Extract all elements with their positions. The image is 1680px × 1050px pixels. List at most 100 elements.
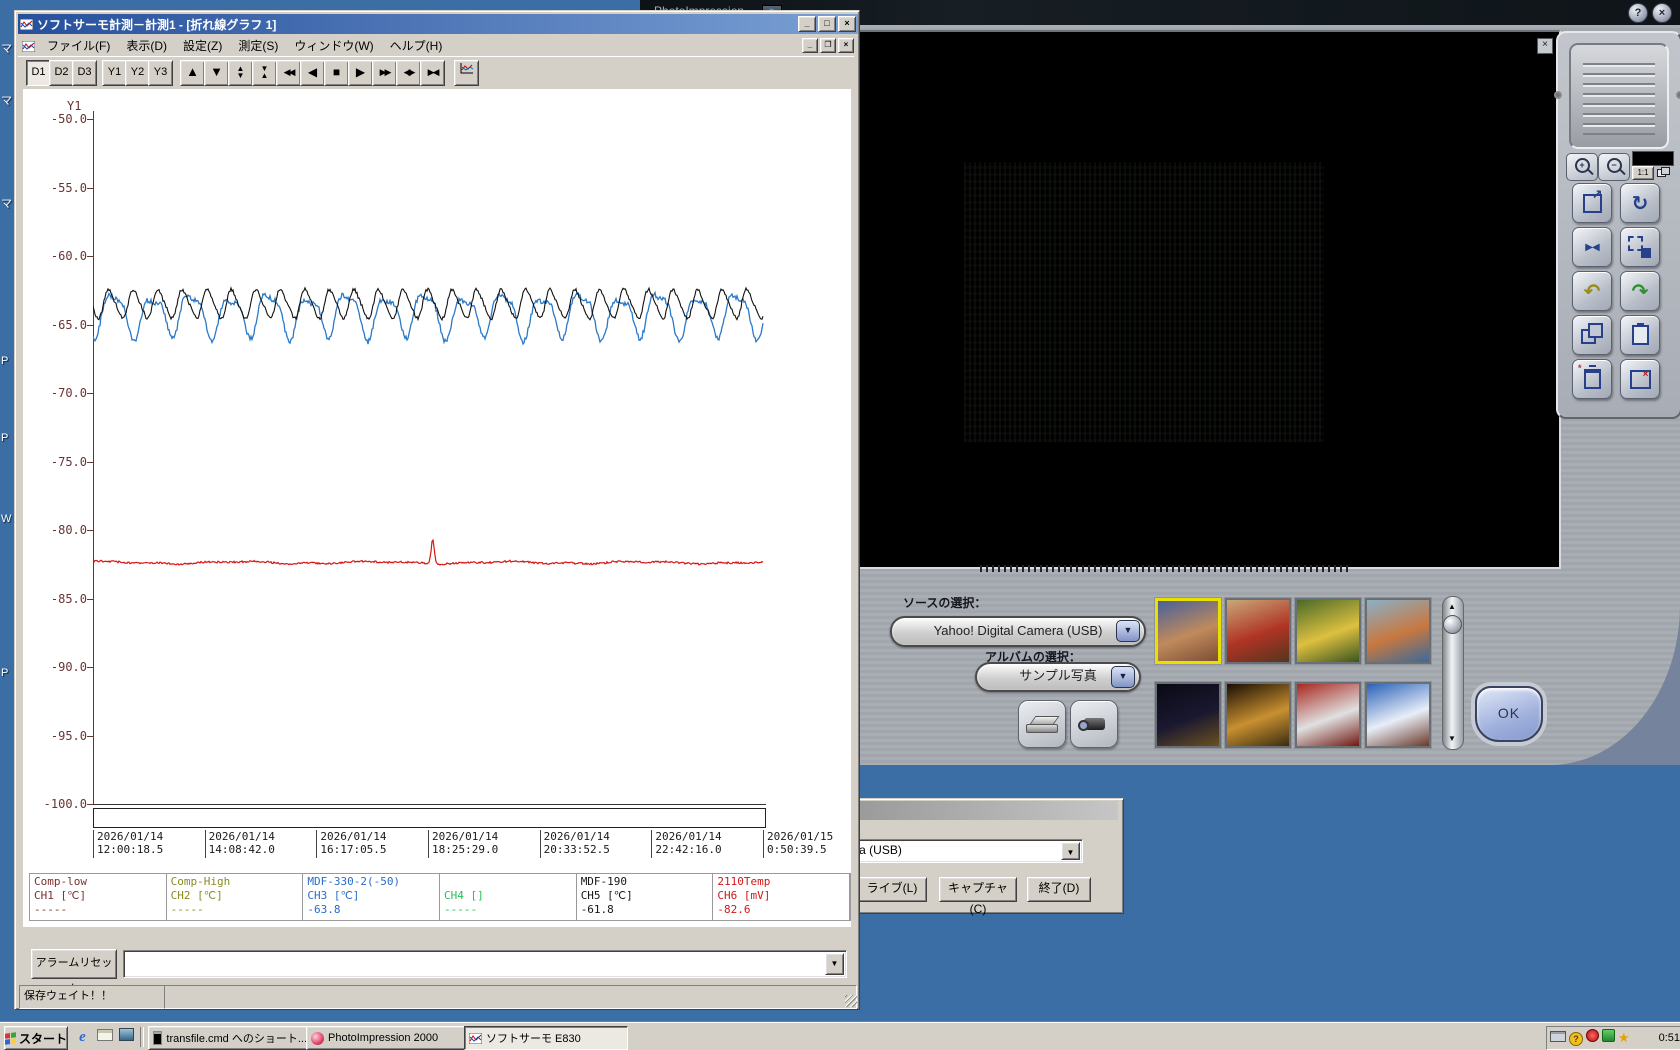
album-select-dropdown[interactable]: サンプル写真 ▼: [975, 662, 1141, 692]
toolbar-rew-icon[interactable]: ◀◀: [276, 60, 301, 86]
taskbar-task-3[interactable]: ソフトサーモ E830: [464, 1026, 628, 1050]
thermo-icon: [468, 1032, 483, 1045]
zoom-1to1-button[interactable]: 1:1: [1632, 166, 1654, 180]
favorites-tray-icon[interactable]: ★: [1618, 1029, 1630, 1047]
menu-測定(S)[interactable]: 測定(S): [230, 36, 286, 55]
thermo-titlebar[interactable]: ソフトサーモ計測－計測1 - [折れ線グラフ 1] _ □ ×: [18, 14, 858, 34]
alarm-combo[interactable]: ▼: [123, 950, 847, 978]
resize-button[interactable]: [1572, 183, 1612, 223]
toolbar-D2-button[interactable]: D2: [49, 60, 74, 86]
toolbar-out-icon[interactable]: ◀▶: [396, 60, 421, 86]
alarm-reset-button[interactable]: アラームリセット: [31, 949, 117, 995]
frame-button[interactable]: ×: [1620, 359, 1660, 399]
delete-button[interactable]: *: [1572, 359, 1612, 399]
desktop-quicklaunch-icon[interactable]: [118, 1028, 135, 1045]
toolbar-D3-button[interactable]: D3: [72, 60, 97, 86]
toolbar-graph-icon[interactable]: [454, 60, 479, 86]
rotate-button[interactable]: ↻: [1620, 183, 1660, 223]
cascade-windows-icon[interactable]: [1655, 166, 1673, 178]
mail-quicklaunch-icon[interactable]: [96, 1028, 113, 1045]
preview-slider-ticks[interactable]: [980, 565, 1352, 572]
toolbar-down-icon[interactable]: ▼: [204, 60, 229, 86]
source-select-dropdown[interactable]: Yahoo! Digital Camera (USB) ▼: [890, 616, 1146, 647]
ok-button[interactable]: OK: [1475, 686, 1543, 742]
menu-ウィンドウ(W)[interactable]: ウィンドウ(W): [286, 36, 381, 55]
close-button[interactable]: ×: [838, 16, 856, 32]
toolbar-ffwd-icon[interactable]: ▶▶: [372, 60, 397, 86]
mdi-close-button[interactable]: ×: [838, 38, 854, 53]
dialog-button-キャプチャ(C)[interactable]: キャプチャ(C): [939, 877, 1017, 916]
toolbar-right-icon[interactable]: ▶: [348, 60, 373, 86]
flip-button[interactable]: ▶◀: [1572, 227, 1612, 267]
network-tray-icon[interactable]: [1602, 1029, 1615, 1047]
toolbar-left-icon[interactable]: ◀: [300, 60, 325, 86]
legend-cell-CH4: CH4 [] -----: [440, 874, 577, 920]
tray-icons: ? ★: [1550, 1029, 1630, 1047]
toolbar-in-icon[interactable]: ▶◀: [420, 60, 445, 86]
mdi-restore-button[interactable]: ❐: [820, 38, 836, 53]
thumbnail-yellow-flowers[interactable]: [1295, 598, 1361, 664]
dialog-button-終了(D)[interactable]: 終了(D): [1027, 877, 1091, 902]
thumbnail-scrollbar[interactable]: ▲ ▼: [1442, 596, 1464, 750]
close-button[interactable]: ×: [1652, 3, 1672, 23]
minimize-button[interactable]: _: [798, 16, 816, 32]
scroll-up-icon[interactable]: ▲: [1444, 599, 1460, 614]
resize-grip[interactable]: [845, 995, 857, 1007]
y-tick-label: -60.0: [50, 249, 87, 263]
desktop-icon-label-fragment: マ: [1, 43, 12, 55]
desktop-icon-label-fragment: P: [1, 667, 9, 679]
chevron-down-icon[interactable]: ▼: [1061, 842, 1080, 860]
crop-rotate-button[interactable]: [1620, 227, 1660, 267]
scroll-down-icon[interactable]: ▼: [1444, 731, 1460, 746]
alert-tray-icon[interactable]: ?: [1569, 1029, 1583, 1047]
start-button[interactable]: スタート: [4, 1026, 68, 1050]
thumbnail-lighthouse[interactable]: [1295, 682, 1361, 748]
dialog-button-ライブ(L)[interactable]: ライブ(L): [857, 877, 927, 902]
thumbnail-rock-spires[interactable]: [1155, 598, 1221, 664]
line-graph-document: Y1 -50.0 -55.0 -60.0 -65.0 -70.0 -75.0 -80.0 -8…: [23, 89, 851, 927]
scanner-button[interactable]: [1018, 700, 1066, 748]
taskbar-task-2[interactable]: PhotoImpression 2000: [306, 1026, 470, 1050]
toolbar-D1-button[interactable]: D1: [26, 60, 51, 86]
chevron-down-icon[interactable]: ▼: [825, 953, 844, 975]
thumbnail-gold-weave[interactable]: [1225, 682, 1291, 748]
menu-表示(D)[interactable]: 表示(D): [118, 36, 175, 55]
taskbar: スタート e transfile.cmd へのショート... PhotoImpre…: [0, 1022, 1680, 1050]
toolbar-Y3-button[interactable]: Y3: [148, 60, 173, 86]
toolbar-updown-icon[interactable]: ▲ ▼: [228, 60, 253, 86]
record-tray-icon[interactable]: [1586, 1029, 1599, 1047]
copy-button[interactable]: [1572, 315, 1612, 355]
undo-button[interactable]: ↶: [1572, 271, 1612, 311]
camcorder-button[interactable]: [1070, 700, 1118, 748]
toolbar-stop-icon[interactable]: ■: [324, 60, 349, 86]
toolbar-hourglass-icon[interactable]: ▼ ▲: [252, 60, 277, 86]
menu-設定(Z)[interactable]: 設定(Z): [175, 36, 230, 55]
screen: マママPPWP PhotoImpression ? × × + −: [0, 0, 1680, 1050]
redo-button[interactable]: ↷: [1620, 271, 1660, 311]
chevron-down-icon[interactable]: ▼: [1116, 620, 1140, 642]
status-panel: [164, 985, 857, 1009]
zoom-out-button[interactable]: −: [1598, 153, 1630, 181]
thumbnail-sky-clouds[interactable]: [1365, 682, 1431, 748]
maximize-button[interactable]: □: [818, 16, 836, 32]
toolbar-Y2-button[interactable]: Y2: [125, 60, 150, 86]
paste-button[interactable]: [1620, 315, 1660, 355]
help-button[interactable]: ?: [1628, 3, 1648, 23]
thumbnail-cardinal-bird[interactable]: [1225, 598, 1291, 664]
thumbnail-night-skyline[interactable]: [1155, 682, 1221, 748]
toolbar-Y1-button[interactable]: Y1: [102, 60, 127, 86]
preview-noise-image: [964, 162, 1324, 442]
toolbar-up-icon[interactable]: ▲: [180, 60, 205, 86]
taskbar-task-1[interactable]: transfile.cmd へのショート...: [148, 1026, 312, 1050]
menu-ファイル(F)[interactable]: ファイル(F): [39, 36, 118, 55]
mdi-minimize-button[interactable]: _: [802, 38, 818, 53]
preview-close-icon[interactable]: ×: [1537, 38, 1553, 54]
menu-ヘルプ(H)[interactable]: ヘルプ(H): [382, 36, 451, 55]
ie-quicklaunch-icon[interactable]: e: [74, 1028, 91, 1045]
chevron-down-icon[interactable]: ▼: [1111, 666, 1135, 688]
thumbnail-harbor-town[interactable]: [1365, 598, 1431, 664]
printer-tray-icon[interactable]: [1550, 1029, 1566, 1047]
zoom-in-button[interactable]: +: [1566, 153, 1598, 181]
scrollbar-thumb[interactable]: [1443, 615, 1462, 634]
overview-scroll-box[interactable]: [93, 808, 766, 828]
